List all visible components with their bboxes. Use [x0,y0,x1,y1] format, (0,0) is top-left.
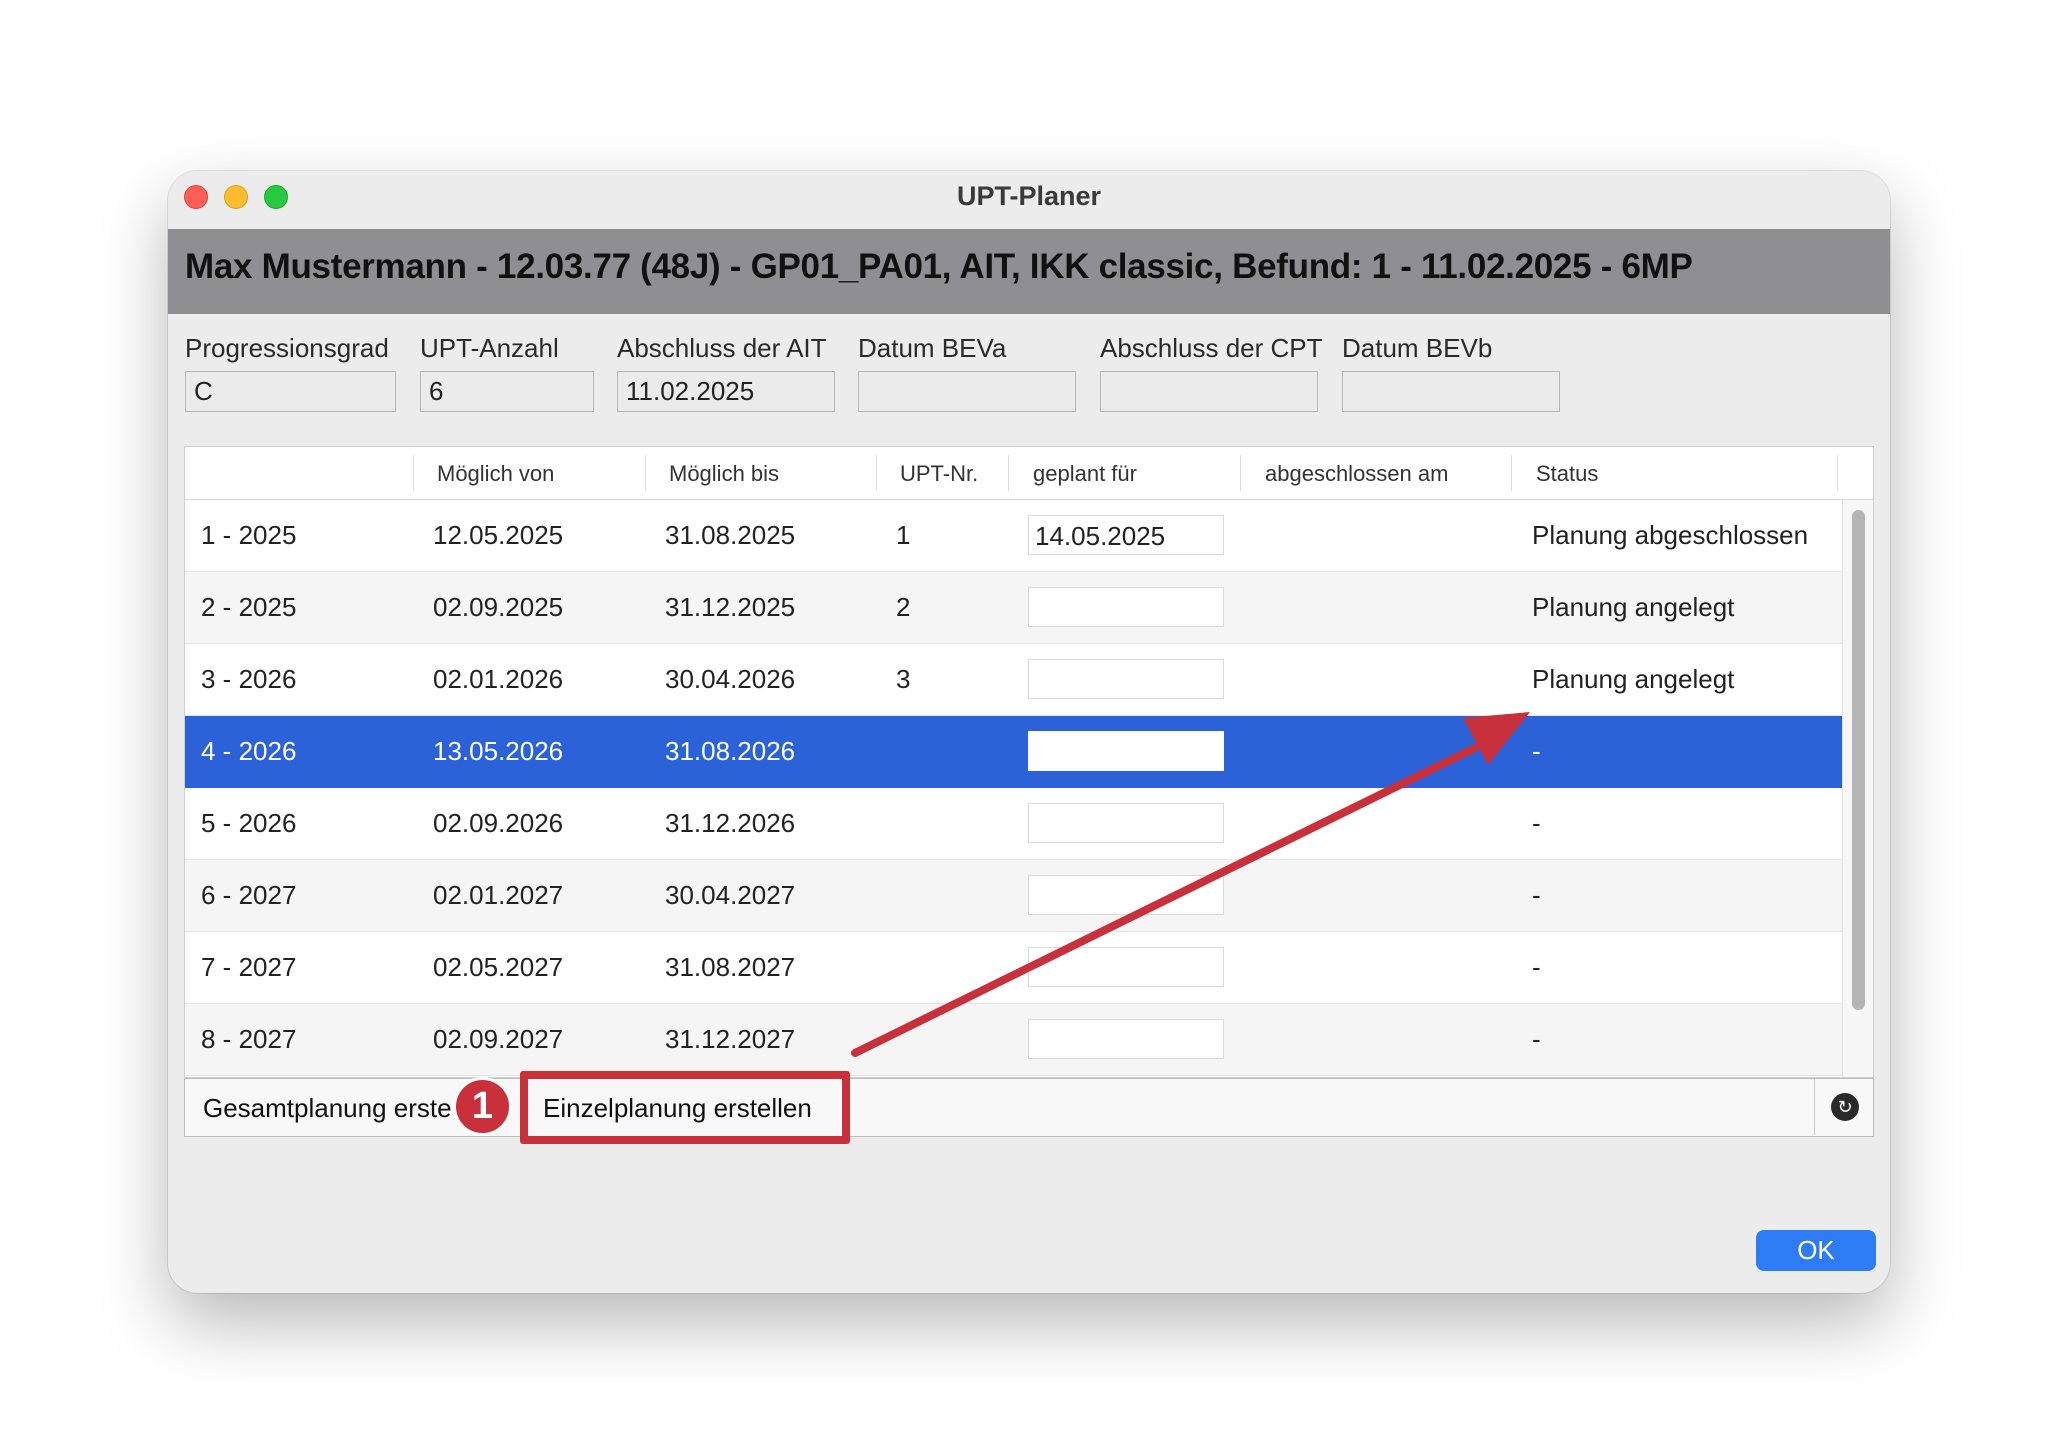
datum-bevb-label: Datum BEVb [1342,333,1493,363]
upt-anzahl-label: UPT-Anzahl [420,333,559,363]
abschluss-cpt-label: Abschluss der CPT [1100,333,1323,363]
cell-moeglich-bis: 31.12.2025 [665,592,796,622]
cell-name: 4 - 2026 [201,736,297,766]
cell-moeglich-von: 02.09.2026 [433,808,564,838]
datum-beva-label: Datum BEVa [858,333,1007,363]
abschluss-cpt-field[interactable] [1100,371,1318,412]
upt-anzahl-field[interactable]: 6 [420,371,594,412]
cell-status: Planung angelegt [1532,592,1735,622]
cell-status: - [1532,880,1541,910]
column-separator[interactable] [1837,455,1838,491]
cell-moeglich-bis: 31.08.2026 [665,736,796,766]
cell-moeglich-von: 02.01.2027 [433,880,564,910]
scrollbar-thumb[interactable] [1852,510,1865,1010]
column-separator[interactable] [413,455,414,491]
cell-status: - [1532,808,1541,838]
cell-moeglich-von: 02.09.2027 [433,1024,564,1054]
upt-table: Möglich von Möglich bis UPT-Nr. geplant … [184,446,1874,1078]
table-header: Möglich von Möglich bis UPT-Nr. geplant … [185,447,1873,500]
button-separator [1814,1079,1815,1135]
geplant-fuer-input[interactable] [1028,587,1224,627]
table-row[interactable]: 2 - 2025 02.09.2025 31.12.2025 2 Planung… [185,572,1843,644]
progressionsgrad-field[interactable]: C [185,371,396,412]
cell-name: 2 - 2025 [201,592,297,622]
gesamtplanung-erstellen-button[interactable]: Gesamtplanung erste [203,1093,452,1124]
upt-planer-window: UPT-Planer Max Mustermann - 12.03.77 (48… [168,171,1890,1293]
annotation-step-badge: 1 [453,1077,512,1136]
geplant-fuer-input[interactable] [1028,875,1224,915]
column-header-moeglich-bis[interactable]: Möglich bis [669,461,779,487]
patient-header: Max Mustermann - 12.03.77 (48J) - GP01_P… [168,229,1890,314]
column-separator[interactable] [876,455,877,491]
cell-moeglich-bis: 31.08.2027 [665,952,796,982]
datum-bevb-field[interactable] [1342,371,1560,412]
table-row[interactable]: 1 - 2025 12.05.2025 31.08.2025 1 14.05.2… [185,500,1843,572]
table-row[interactable]: 7 - 2027 02.05.2027 31.08.2027 - [185,932,1843,1004]
abschluss-ait-field[interactable]: 11.02.2025 [617,371,835,412]
cell-name: 7 - 2027 [201,952,297,982]
patient-header-text: Max Mustermann - 12.03.77 (48J) - GP01_P… [185,247,1693,286]
title-bar[interactable]: UPT-Planer [168,171,1890,229]
window-title: UPT-Planer [956,181,1102,211]
annotation-highlight-box [520,1071,850,1144]
cell-moeglich-bis: 31.12.2027 [665,1024,796,1054]
vertical-scrollbar[interactable] [1842,500,1873,1077]
cell-moeglich-von: 02.09.2025 [433,592,564,622]
geplant-fuer-input[interactable] [1028,803,1224,843]
cell-status: Planung angelegt [1532,664,1735,694]
cell-name: 6 - 2027 [201,880,297,910]
cell-status: - [1532,736,1541,766]
datum-beva-field[interactable] [858,371,1076,412]
ok-button[interactable]: OK [1756,1230,1876,1271]
abschluss-ait-label: Abschluss der AIT [617,333,827,363]
cell-moeglich-von: 02.01.2026 [433,664,564,694]
cell-status: Planung abgeschlossen [1532,520,1809,550]
cell-upt-nr: 1 [896,520,911,550]
cell-status: - [1532,1024,1541,1054]
cell-name: 5 - 2026 [201,808,297,838]
geplant-fuer-input[interactable] [1028,731,1224,771]
cell-upt-nr: 2 [896,592,911,622]
cell-moeglich-bis: 30.04.2027 [665,880,796,910]
geplant-fuer-input[interactable] [1028,947,1224,987]
column-header-abgeschlossen-am[interactable]: abgeschlossen am [1265,461,1448,487]
cell-moeglich-bis: 30.04.2026 [665,664,796,694]
cell-moeglich-bis: 31.08.2025 [665,520,796,550]
cell-upt-nr: 3 [896,664,911,694]
refresh-icon[interactable]: ↻ [1831,1093,1859,1121]
progressionsgrad-label: Progressionsgrad [185,333,389,363]
table-row[interactable]: 6 - 2027 02.01.2027 30.04.2027 - [185,860,1843,932]
column-header-moeglich-von[interactable]: Möglich von [437,461,554,487]
column-separator[interactable] [645,455,646,491]
cell-name: 1 - 2025 [201,520,297,550]
column-header-status[interactable]: Status [1536,461,1598,487]
action-button-bar: Gesamtplanung erste Einzelplanung erstel… [184,1078,1874,1137]
cell-moeglich-von: 12.05.2025 [433,520,564,550]
geplant-fuer-input[interactable]: 14.05.2025 [1028,515,1224,555]
cell-moeglich-von: 13.05.2026 [433,736,564,766]
column-header-geplant-fuer[interactable]: geplant für [1033,461,1137,487]
cell-moeglich-von: 02.05.2027 [433,952,564,982]
cell-status: - [1532,952,1541,982]
column-separator[interactable] [1240,455,1241,491]
column-separator[interactable] [1008,455,1009,491]
column-separator[interactable] [1511,455,1512,491]
table-row[interactable]: 8 - 2027 02.09.2027 31.12.2027 - [185,1004,1843,1076]
table-row[interactable]: 3 - 2026 02.01.2026 30.04.2026 3 Planung… [185,644,1843,716]
table-row[interactable]: 5 - 2026 02.09.2026 31.12.2026 - [185,788,1843,860]
cell-moeglich-bis: 31.12.2026 [665,808,796,838]
column-header-upt-nr[interactable]: UPT-Nr. [900,461,978,487]
cell-name: 8 - 2027 [201,1024,297,1054]
table-row-selected[interactable]: 4 - 2026 13.05.2026 31.08.2026 - [185,716,1843,788]
cell-name: 3 - 2026 [201,664,297,694]
geplant-fuer-input[interactable] [1028,659,1224,699]
geplant-fuer-input[interactable] [1028,1019,1224,1059]
